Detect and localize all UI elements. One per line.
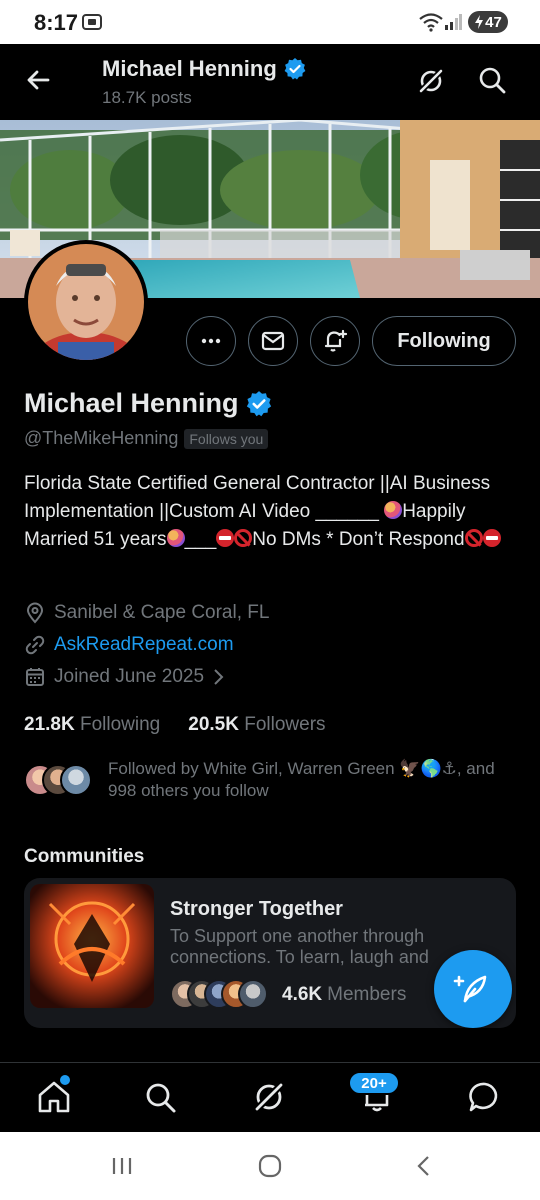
- bottom-navigation: 20+: [0, 1062, 540, 1132]
- avatar-image: [28, 244, 144, 360]
- notification-count-badge: 20+: [348, 1071, 400, 1095]
- chat-icon[interactable]: [467, 1079, 503, 1115]
- status-bar: 8:17 47: [0, 0, 540, 44]
- compose-button[interactable]: [434, 950, 512, 1028]
- battery-indicator: 47: [468, 11, 508, 33]
- profile-website[interactable]: AskReadRepeat.com: [24, 634, 234, 656]
- message-button[interactable]: [248, 316, 298, 366]
- following-stat[interactable]: 21.8K Following: [24, 714, 160, 736]
- mail-icon: [261, 331, 285, 351]
- joined-text: Joined June 2025: [54, 666, 205, 687]
- no-entry-icon: [216, 529, 235, 547]
- community-member-avatars: [170, 979, 270, 1011]
- profile-screen: Michael Henning 18.7K posts Following Mi…: [0, 44, 540, 1132]
- following-count: 21.8K: [24, 714, 75, 735]
- community-member-count: 4.6K: [282, 984, 323, 1005]
- bell-plus-icon: [324, 329, 348, 352]
- no-entry-icon: [482, 529, 501, 547]
- profile-location: Sanibel & Cape Coral, FL: [24, 602, 269, 624]
- community-image: [30, 884, 154, 1008]
- followed-by-avatars: [24, 764, 94, 796]
- search-icon[interactable]: [142, 1079, 178, 1115]
- verified-badge-icon: [284, 58, 306, 80]
- prohibited-icon: [234, 529, 253, 547]
- grok-icon[interactable]: [416, 66, 446, 96]
- system-navigation-bar: [0, 1132, 540, 1200]
- profile-bio: Florida State Certified General Contract…: [24, 470, 520, 554]
- following-button[interactable]: Following: [372, 316, 516, 366]
- handle-row: @TheMikeHenning Follows you: [24, 428, 269, 449]
- verified-badge-icon: [246, 390, 271, 416]
- avatar: [60, 764, 92, 796]
- link-icon: [25, 635, 45, 655]
- avatar: [238, 979, 268, 1009]
- location-pin-icon: [26, 602, 44, 624]
- grok-icon[interactable]: [251, 1079, 287, 1115]
- community-member-label: Members: [327, 984, 407, 1005]
- bio-text-4: No DMs * Don’t Respond: [252, 529, 465, 550]
- community-name: Stronger Together: [170, 898, 343, 920]
- profile-avatar[interactable]: [24, 240, 148, 364]
- search-icon[interactable]: [476, 64, 508, 96]
- profile-name: Michael Henning: [24, 388, 239, 418]
- more-icon: [201, 338, 221, 344]
- calendar-icon: [26, 668, 44, 686]
- header-name: Michael Henning: [102, 56, 277, 81]
- signal-icon: [445, 14, 462, 30]
- compose-icon: [453, 975, 487, 1003]
- more-button[interactable]: [186, 316, 236, 366]
- header-title: Michael Henning: [102, 56, 307, 82]
- followers-stat[interactable]: 20.5K Followers: [188, 714, 325, 736]
- header-post-count: 18.7K posts: [102, 88, 192, 107]
- arrow-left-icon[interactable]: [22, 64, 54, 96]
- charging-bolt-icon: [475, 15, 484, 29]
- location-text: Sanibel & Cape Coral, FL: [54, 602, 270, 623]
- followed-by-text: Followed by White Girl, Warren Green 🦅🌎⚓…: [108, 759, 495, 800]
- top-header: Michael Henning 18.7K posts: [0, 44, 540, 120]
- status-time: 8:17: [34, 10, 79, 35]
- prohibited-icon: [464, 529, 483, 547]
- home-notification-dot: [60, 1075, 70, 1085]
- home-button-icon[interactable]: [258, 1154, 282, 1178]
- bio-text-3: ___: [184, 529, 217, 550]
- follows-you-badge: Follows you: [184, 428, 269, 449]
- battery-level: 47: [485, 13, 502, 31]
- back-button-icon[interactable]: [412, 1154, 436, 1178]
- couple-emoji-icon: [166, 529, 185, 547]
- profile-name-row: Michael Henning: [24, 388, 273, 419]
- followers-label: Followers: [244, 714, 326, 735]
- follow-stats: 21.8K Following 20.5K Followers: [24, 714, 326, 736]
- communities-heading: Communities: [24, 846, 145, 867]
- followers-count: 20.5K: [188, 714, 239, 735]
- chevron-right-icon: [214, 669, 224, 685]
- community-members: 4.6K Members: [170, 978, 406, 1012]
- recent-apps-icon[interactable]: [110, 1154, 134, 1178]
- profile-handle: @TheMikeHenning: [24, 428, 179, 448]
- following-label: Following: [79, 714, 161, 735]
- couple-emoji-icon: [384, 501, 403, 519]
- followed-by[interactable]: Followed by White Girl, Warren Green 🦅🌎⚓…: [24, 758, 524, 804]
- website-link[interactable]: AskReadRepeat.com: [54, 634, 234, 656]
- wifi-icon: [419, 13, 443, 32]
- notify-button[interactable]: [310, 316, 360, 366]
- profile-joined[interactable]: Joined June 2025: [24, 666, 226, 688]
- screen-record-icon: [82, 14, 102, 30]
